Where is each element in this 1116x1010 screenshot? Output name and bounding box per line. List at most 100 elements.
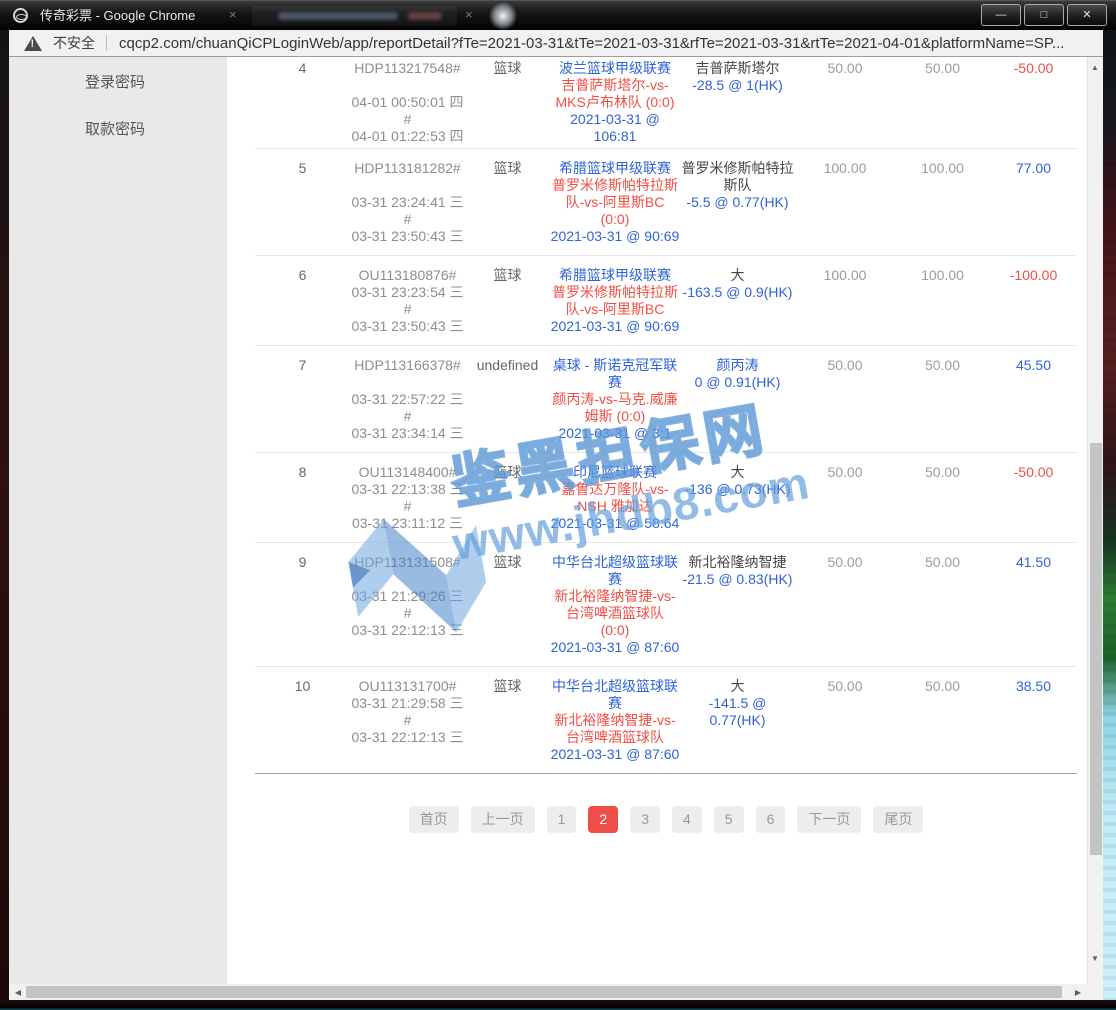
pagination-button[interactable]: 尾页 bbox=[873, 806, 923, 833]
time-separator: # bbox=[350, 111, 465, 128]
sidebar-item[interactable]: 取款密码 bbox=[9, 104, 227, 151]
league-name: 桌球 - 斯诺克冠军联赛 bbox=[550, 357, 680, 391]
bet-report-table: 4 HDP113217548# 04-01 00:50:01 四 # 04-01… bbox=[255, 57, 1077, 774]
pagination-button[interactable]: 4 bbox=[672, 806, 702, 833]
not-secure-label[interactable]: 不安全 bbox=[53, 33, 95, 53]
cell-bet: 颜丙涛 0 @ 0.91(HK) bbox=[680, 357, 795, 442]
match-date-score: 2021-03-31 @ 87:60 bbox=[550, 746, 680, 763]
cell-amount: 50.00 bbox=[795, 60, 895, 145]
cell-order-time: HDP113166378# 03-31 22:57:22 三 # 03-31 2… bbox=[350, 357, 465, 442]
cell-row-number: 4 bbox=[255, 60, 350, 145]
scroll-down-icon[interactable]: ▼ bbox=[1087, 954, 1103, 963]
cell-bet: 吉普萨斯塔尔 -28.5 @ 1(HK) bbox=[680, 60, 795, 145]
cell-row-number: 6 bbox=[255, 267, 350, 335]
match-date-score: 2021-03-31 @ 87:60 bbox=[550, 639, 680, 656]
scroll-right-icon[interactable]: ▶ bbox=[1072, 988, 1084, 997]
window-bottom-border bbox=[0, 1000, 1116, 1010]
site-favicon-icon bbox=[13, 8, 28, 23]
bet-time: 04-01 00:50:01 四 bbox=[350, 94, 465, 111]
pagination-button[interactable]: 5 bbox=[714, 806, 744, 833]
window-left-border bbox=[0, 30, 9, 1010]
order-gap bbox=[350, 177, 465, 194]
table-row: 9 HDP113131508# 03-31 21:29:26 三 # 03-31… bbox=[255, 542, 1077, 666]
bet-time: 03-31 22:13:38 三 bbox=[350, 481, 465, 498]
vertical-scrollbar[interactable]: ▲ ▼ bbox=[1087, 57, 1103, 984]
sidebar-item-label: 登录密码 bbox=[85, 74, 145, 91]
league-name: 中华台北超级篮球联赛 bbox=[550, 554, 680, 588]
match-teams: 普罗米修斯帕特拉斯队-vs-阿里斯BC bbox=[550, 284, 680, 318]
order-gap bbox=[350, 571, 465, 588]
url-separator bbox=[106, 35, 107, 51]
cell-row-number: 9 bbox=[255, 554, 350, 656]
bet-time: 03-31 22:57:22 三 bbox=[350, 391, 465, 408]
cell-bet: 普罗米修斯帕特拉斯队 -5.5 @ 0.77(HK) bbox=[680, 160, 795, 245]
pagination-button[interactable]: 6 bbox=[756, 806, 786, 833]
order-id: HDP113131508# bbox=[350, 554, 465, 571]
order-gap bbox=[350, 77, 465, 94]
horizontal-scrollbar-thumb[interactable] bbox=[26, 986, 1062, 998]
order-id: HDP113217548# bbox=[350, 60, 465, 77]
cell-winloss: 77.00 bbox=[990, 160, 1077, 245]
cell-winloss: 41.50 bbox=[990, 554, 1077, 656]
time-separator: # bbox=[350, 211, 465, 228]
pagination-button[interactable]: 下一页 bbox=[797, 806, 861, 833]
scroll-left-icon[interactable]: ◀ bbox=[12, 988, 24, 997]
maximize-button[interactable]: □ bbox=[1024, 4, 1064, 26]
url-bar[interactable]: 不安全 cqcp2.com/chuanQiCPLoginWeb/app/repo… bbox=[9, 30, 1103, 57]
cell-order-time: OU113148400# 03-31 22:13:38 三 # 03-31 23… bbox=[350, 464, 465, 532]
window-controls: — □ ✕ bbox=[981, 4, 1107, 26]
cell-valid-amount: 100.00 bbox=[895, 160, 990, 245]
window-titlebar: 传奇彩票 - Google Chrome × × — □ ✕ bbox=[0, 0, 1116, 30]
url-text[interactable]: cqcp2.com/chuanQiCPLoginWeb/app/reportDe… bbox=[119, 35, 1064, 52]
match-date-score: 2021-03-31 @ 58:64 bbox=[550, 515, 680, 532]
minimize-button[interactable]: — bbox=[981, 4, 1021, 26]
bet-odds: -141.5 @ 0.77(HK) bbox=[680, 695, 795, 729]
pagination-button[interactable]: 2 bbox=[588, 806, 618, 833]
bet-time: 03-31 23:24:41 三 bbox=[350, 194, 465, 211]
bet-odds: -28.5 @ 1(HK) bbox=[680, 77, 795, 94]
pagination-button[interactable]: 3 bbox=[630, 806, 660, 833]
bet-time: 03-31 21:29:58 三 bbox=[350, 695, 465, 712]
match-date-score: 2021-03-31 @ 90:69 bbox=[550, 228, 680, 245]
bet-selection: 大 bbox=[680, 464, 795, 481]
cell-valid-amount: 100.00 bbox=[895, 267, 990, 335]
cell-row-number: 8 bbox=[255, 464, 350, 532]
vertical-scrollbar-thumb[interactable] bbox=[1090, 443, 1102, 855]
cell-match: 印尼篮球联赛 嘉鲁达万隆队-vs-NSH 雅加达 2021-03-31 @ 58… bbox=[550, 464, 680, 532]
ghost-close-icon: × bbox=[465, 7, 473, 22]
bet-selection: 吉普萨斯塔尔 bbox=[680, 60, 795, 77]
cell-match: 中华台北超级篮球联赛 新北裕隆纳智捷-vs-台湾啤酒篮球队 2021-03-31… bbox=[550, 678, 680, 763]
pagination-button[interactable]: 上一页 bbox=[471, 806, 535, 833]
match-teams: 颜丙涛-vs-马克.威廉姆斯 (0:0) bbox=[550, 391, 680, 425]
ghost-close-icon: × bbox=[229, 7, 237, 22]
order-id: OU113148400# bbox=[350, 464, 465, 481]
settle-time: 03-31 23:50:43 三 bbox=[350, 228, 465, 245]
league-name: 印尼篮球联赛 bbox=[550, 464, 680, 481]
scroll-up-icon[interactable]: ▲ bbox=[1087, 63, 1103, 72]
bet-odds: -21.5 @ 0.83(HK) bbox=[680, 571, 795, 588]
sidebar-item[interactable]: 登录密码 bbox=[9, 57, 227, 104]
cell-amount: 50.00 bbox=[795, 464, 895, 532]
pagination-button[interactable]: 1 bbox=[547, 806, 577, 833]
warning-icon bbox=[24, 36, 42, 51]
report-main: 4 HDP113217548# 04-01 00:50:01 四 # 04-01… bbox=[227, 57, 1087, 984]
horizontal-scrollbar[interactable]: ◀ ▶ bbox=[9, 984, 1087, 1000]
bet-selection: 大 bbox=[680, 267, 795, 284]
match-teams: 吉普萨斯塔尔-vs-MKS卢布林队 (0:0) bbox=[550, 77, 680, 111]
table-row: 4 HDP113217548# 04-01 00:50:01 四 # 04-01… bbox=[255, 57, 1077, 148]
cell-row-number: 10 bbox=[255, 678, 350, 763]
cell-sport: 篮球 bbox=[465, 554, 550, 656]
order-id: HDP113181282# bbox=[350, 160, 465, 177]
cell-order-time: HDP113131508# 03-31 21:29:26 三 # 03-31 2… bbox=[350, 554, 465, 656]
order-id: OU113180876# bbox=[350, 267, 465, 284]
pagination: 首页上一页 123456 下一页尾页 bbox=[255, 806, 1077, 833]
scrollbar-corner bbox=[1087, 984, 1103, 1000]
match-date-score: 2021-03-31 @ 90:69 bbox=[550, 318, 680, 335]
cell-valid-amount: 50.00 bbox=[895, 464, 990, 532]
close-button[interactable]: ✕ bbox=[1067, 4, 1107, 26]
match-date-score: 2021-03-31 @ 3:1 bbox=[550, 425, 680, 442]
pagination-button[interactable]: 首页 bbox=[409, 806, 459, 833]
cell-winloss: 45.50 bbox=[990, 357, 1077, 442]
cell-valid-amount: 50.00 bbox=[895, 678, 990, 763]
bet-time: 03-31 21:29:26 三 bbox=[350, 588, 465, 605]
